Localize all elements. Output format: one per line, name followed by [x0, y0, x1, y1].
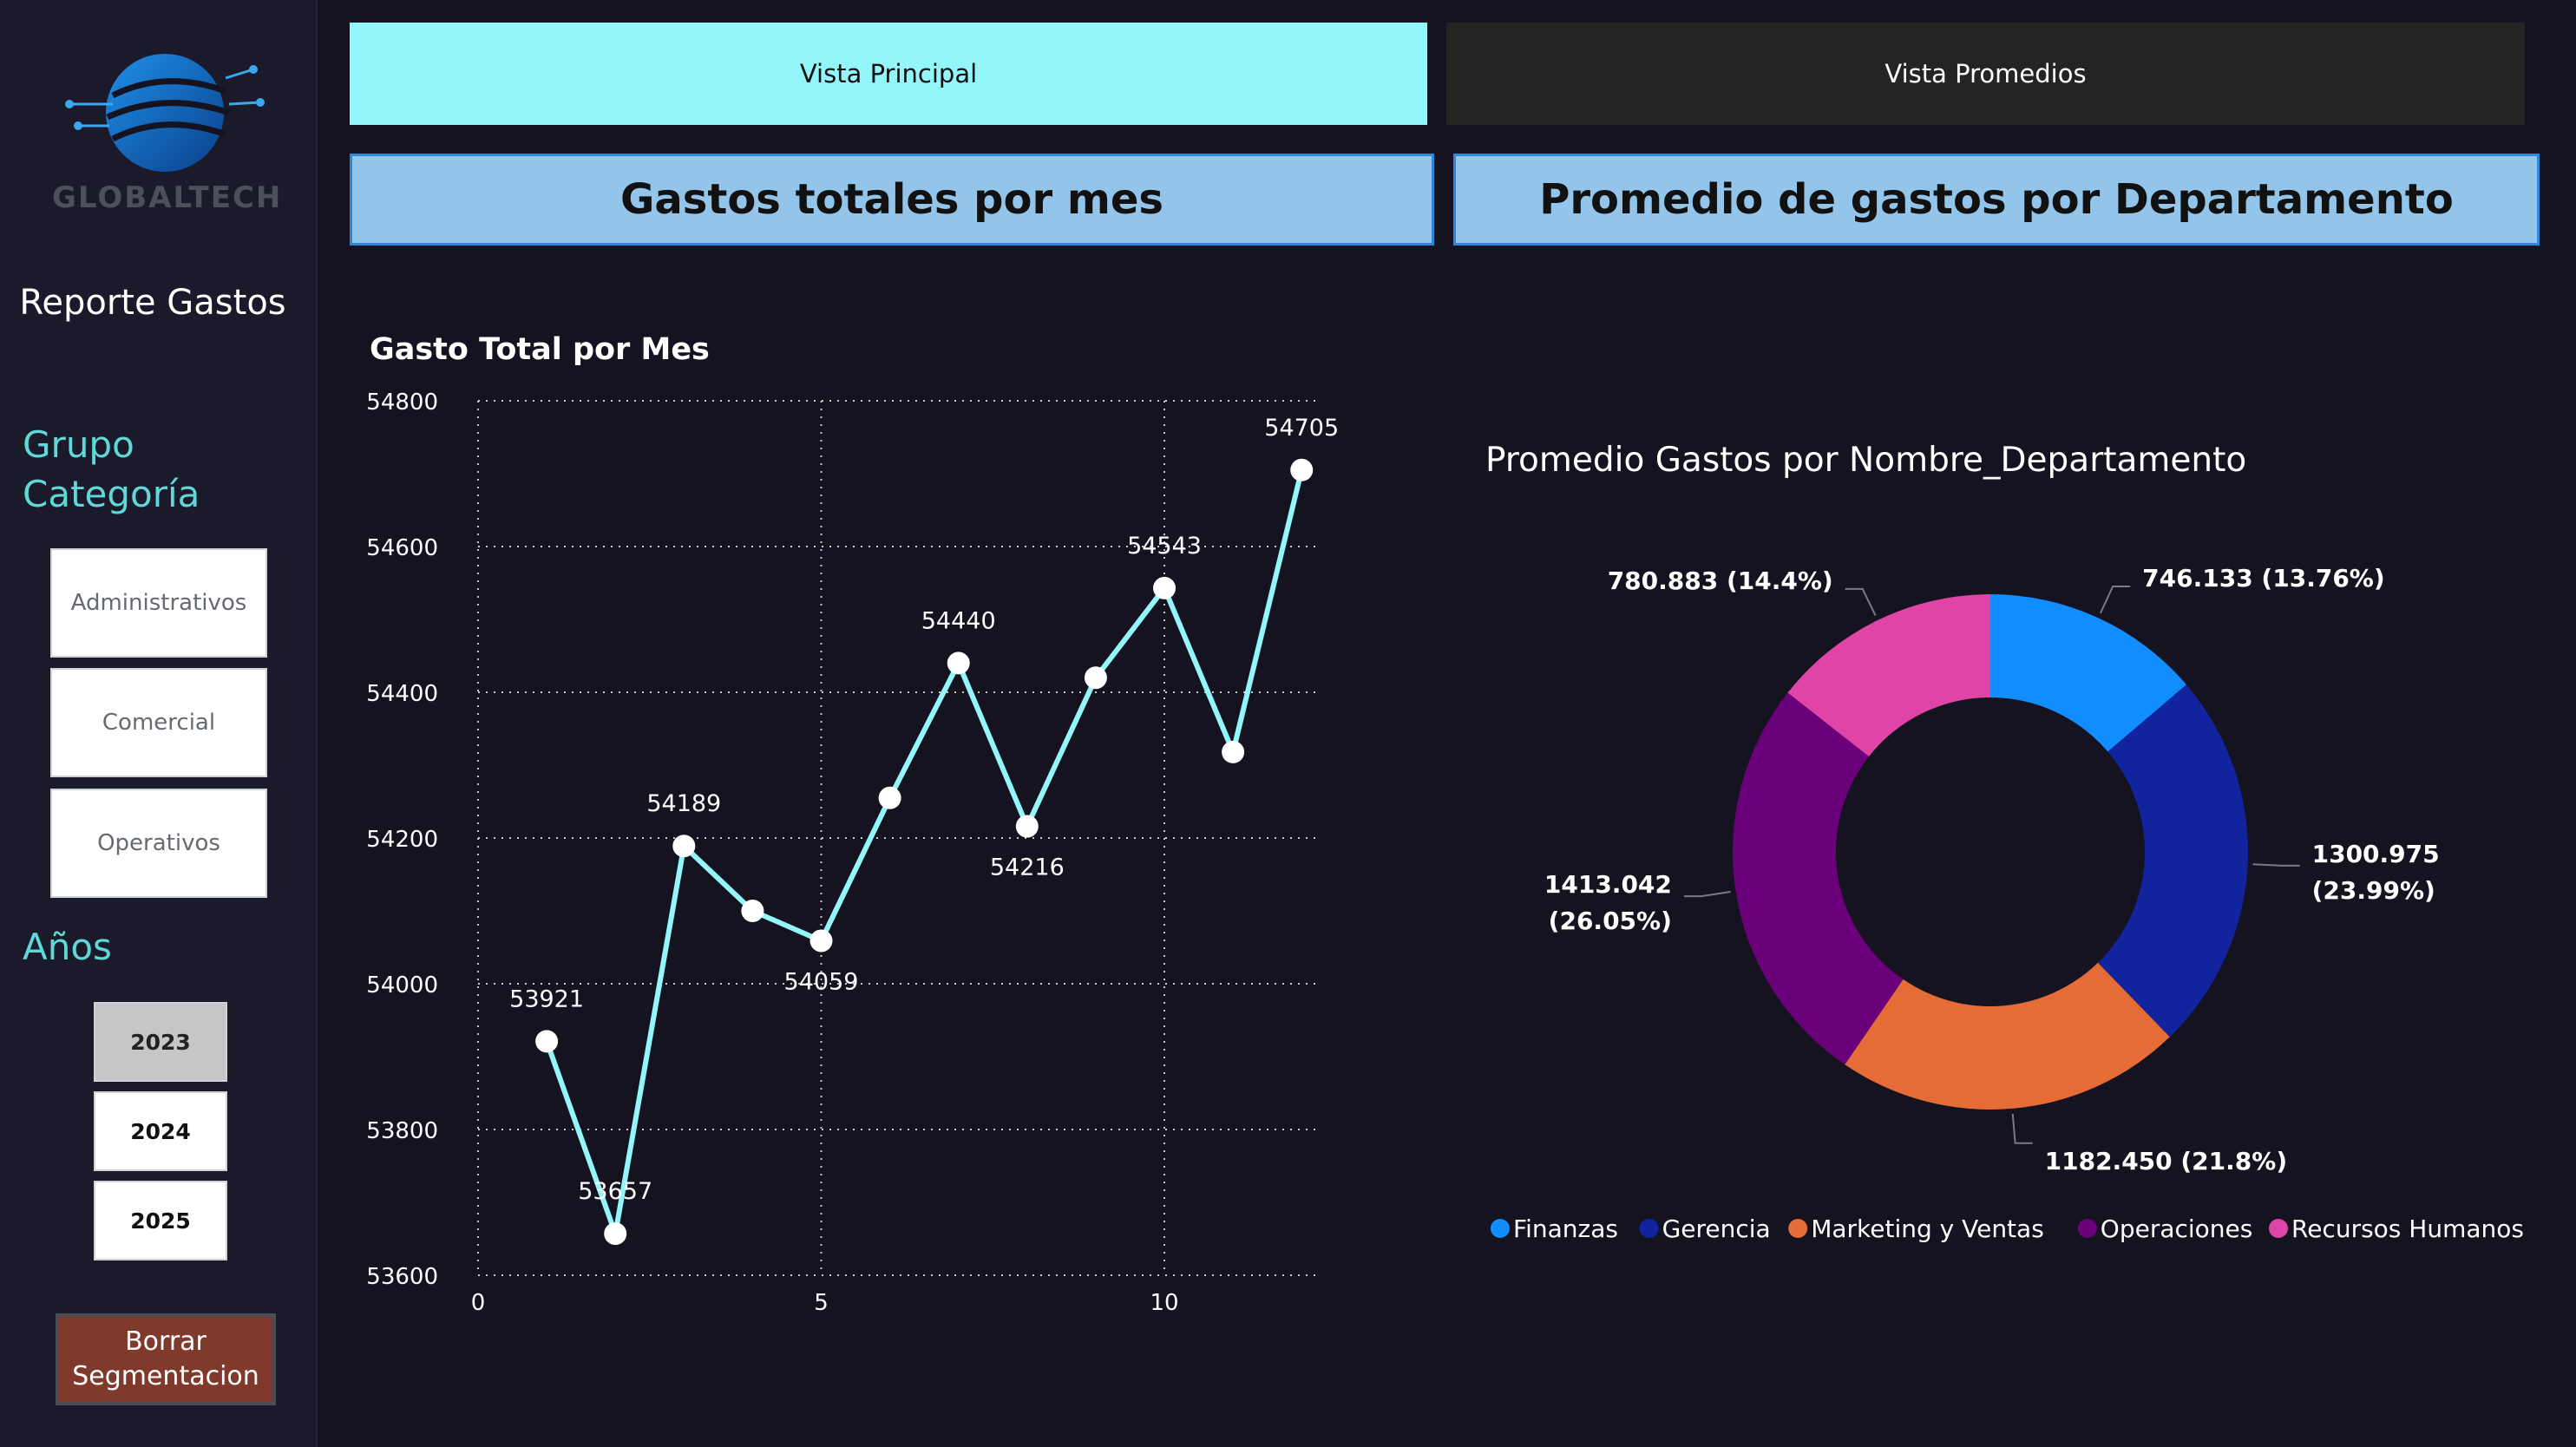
x-tick-label: 5 — [814, 1290, 829, 1316]
leader-line — [1683, 891, 1731, 898]
data-point[interactable] — [878, 786, 901, 809]
y-tick-label: 54200 — [366, 827, 438, 853]
data-point[interactable] — [1084, 666, 1107, 690]
nav-vista-promedios-button[interactable]: Vista Promedios — [1446, 23, 2525, 125]
slice-data-label: 746.133 (13.76%) — [2142, 564, 2385, 593]
legend-item[interactable]: Finanzas — [1513, 1215, 1618, 1243]
slice-data-label: 780.883 (14.4%) — [1608, 566, 1833, 595]
x-tick-label: 10 — [1150, 1290, 1178, 1316]
category-slicer-title-line2: Categoría — [23, 473, 200, 515]
legend-marker — [2077, 1219, 2097, 1238]
category-option-administrativos[interactable]: Administrativos — [50, 548, 267, 658]
donut-slice-operaciones[interactable] — [1733, 692, 1904, 1065]
data-label: 54216 — [990, 854, 1065, 881]
legend-item[interactable]: Operaciones — [2101, 1215, 2253, 1243]
legend-item[interactable]: Recursos Humanos — [2291, 1215, 2524, 1243]
legend-marker — [2269, 1219, 2288, 1238]
report-title: Reporte Gastos — [19, 283, 286, 323]
year-option-2025[interactable]: 2025 — [94, 1181, 227, 1260]
x-tick-label: 0 — [471, 1290, 486, 1316]
data-label: 54440 — [921, 607, 996, 634]
slice-data-label: 1300.975 — [2312, 840, 2440, 868]
year-slicer-title: Años — [23, 926, 112, 968]
data-point[interactable] — [810, 929, 833, 953]
data-label: 53921 — [509, 985, 584, 1012]
data-label: 54059 — [784, 968, 859, 995]
y-tick-label: 54600 — [366, 535, 438, 561]
donut-chart-title: Promedio Gastos por Nombre_Departamento — [1485, 441, 2247, 480]
category-slicer-title-line1: Grupo — [23, 423, 134, 466]
data-label: 54189 — [646, 790, 721, 817]
legend-marker — [1788, 1219, 1808, 1238]
data-point[interactable] — [535, 1030, 559, 1053]
y-tick-label: 54400 — [366, 681, 438, 707]
legend-marker — [1491, 1219, 1510, 1238]
category-option-operativos[interactable]: Operativos — [50, 789, 267, 898]
data-point[interactable] — [947, 651, 970, 675]
legend-marker — [1639, 1219, 1659, 1238]
logo-text: GLOBALTECH — [52, 180, 283, 215]
clear-button-line2: Segmentacion — [72, 1361, 259, 1391]
year-option-2023[interactable]: 2023 — [94, 1002, 227, 1082]
leader-line — [2011, 1113, 2033, 1144]
data-label: 54543 — [1127, 533, 1202, 560]
data-point[interactable] — [672, 835, 696, 858]
globaltech-logo: GLOBALTECH — [52, 43, 283, 217]
leader-line — [1845, 587, 1877, 616]
legend-item[interactable]: Marketing y Ventas — [1811, 1215, 2044, 1243]
series-line — [544, 469, 1305, 1237]
legend-item[interactable]: Gerencia — [1662, 1215, 1771, 1243]
data-point[interactable] — [1222, 740, 1245, 763]
logo-icon — [65, 54, 265, 172]
data-point[interactable] — [741, 900, 764, 922]
sidebar: GLOBALTECH Reporte Gastos Grupo Categorí… — [0, 0, 318, 1447]
leader-line — [2252, 863, 2300, 867]
data-point[interactable] — [604, 1222, 627, 1246]
nav-vista-principal-button[interactable]: Vista Principal — [350, 23, 1427, 125]
section-header-promedio-departamento: Promedio de gastos por Departamento — [1453, 154, 2540, 246]
y-tick-label: 53600 — [366, 1264, 438, 1290]
line-chart: 53600 53800 54000 54200 54400 54600 54800 0 5 10 5… — [366, 390, 1339, 1316]
leader-line — [2100, 585, 2131, 614]
data-label: 54705 — [1264, 415, 1339, 442]
category-option-comercial[interactable]: Comercial — [50, 668, 267, 777]
category-slicer-title: Grupo Categoría — [23, 420, 200, 519]
line-chart-title: Gasto Total por Mes — [370, 332, 710, 367]
data-point[interactable] — [1290, 458, 1314, 481]
y-tick-label: 54800 — [366, 390, 438, 416]
slice-data-label: 1182.450 (21.8%) — [2045, 1147, 2288, 1175]
year-option-2024[interactable]: 2024 — [94, 1091, 227, 1171]
clear-button-line1: Borrar — [125, 1326, 206, 1357]
data-point[interactable] — [1153, 576, 1177, 599]
slice-data-label: (26.05%) — [1549, 907, 1672, 935]
data-point[interactable] — [1015, 815, 1039, 838]
clear-segmentation-button[interactable]: Borrar Segmentacion — [56, 1313, 276, 1405]
donut-chart: 746.133 (13.76%) 1300.975 (23.99%) 1182.450… — [1491, 564, 2524, 1243]
slice-data-label: (23.99%) — [2312, 876, 2435, 905]
y-tick-label: 53800 — [366, 1118, 438, 1144]
y-tick-label: 54000 — [366, 972, 438, 998]
data-label: 53657 — [578, 1178, 652, 1205]
section-header-gastos-totales: Gastos totales por mes — [350, 154, 1434, 246]
slice-data-label: 1413.042 — [1544, 870, 1672, 899]
